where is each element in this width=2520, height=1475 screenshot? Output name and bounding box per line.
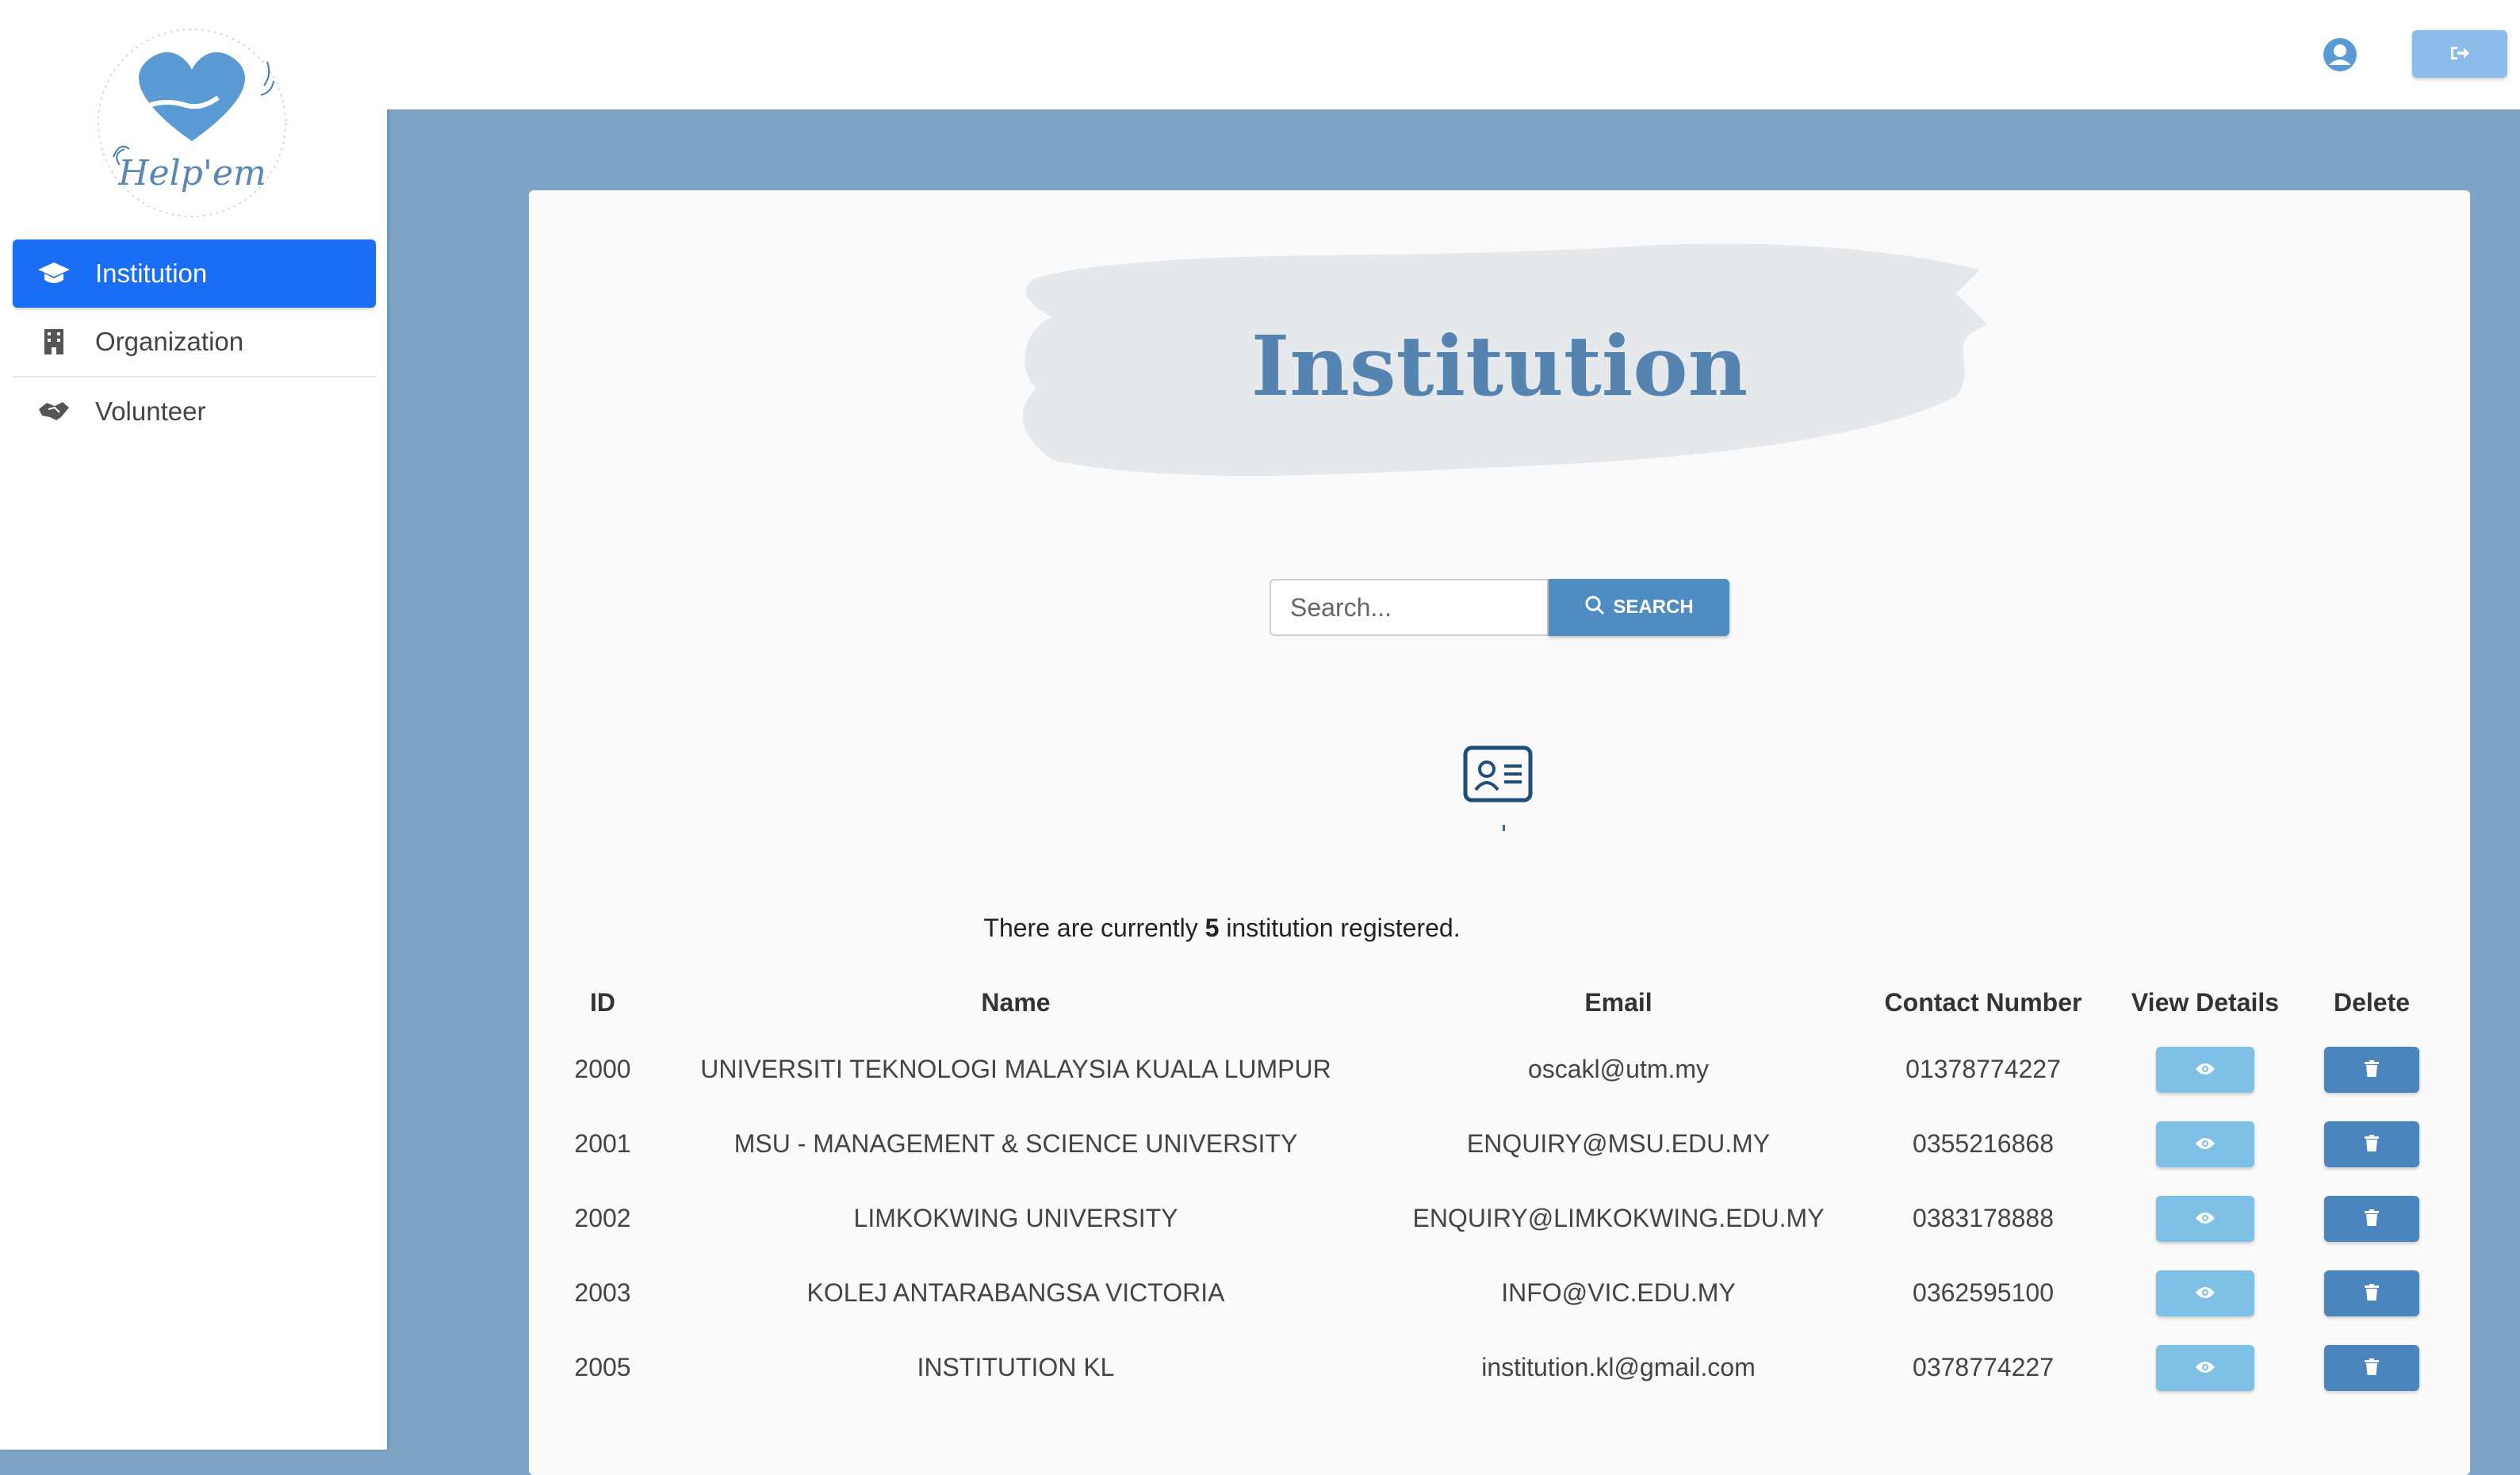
cell-email: ENQUIRY@MSU.EDU.MY — [1466, 1129, 1771, 1158]
column-header-view-details: View Details — [2131, 988, 2280, 1017]
delete-button[interactable] — [2324, 1345, 2419, 1391]
sidebar-item-organization[interactable]: Organization — [13, 308, 376, 376]
logout-button[interactable] — [2412, 30, 2507, 78]
cell-email: oscakl@utm.my — [1527, 1055, 1710, 1083]
cell-contact: 0383178888 — [1913, 1204, 2054, 1232]
eye-icon — [2195, 1286, 2216, 1301]
trash-icon — [2364, 1358, 2380, 1378]
search-bar: SEARCH — [1270, 579, 1729, 636]
eye-icon — [2195, 1063, 2216, 1078]
delete-button[interactable] — [2324, 1196, 2419, 1242]
cell-id: 2002 — [574, 1204, 631, 1232]
search-button[interactable]: SEARCH — [1549, 579, 1729, 636]
search-input[interactable] — [1270, 579, 1549, 636]
view-details-button[interactable] — [2156, 1345, 2254, 1391]
eye-icon — [2195, 1361, 2216, 1376]
logo-heart-icon — [98, 29, 286, 217]
cell-email: ENQUIRY@LIMKOKWING.EDU.MY — [1412, 1204, 1825, 1232]
view-details-button[interactable] — [2156, 1121, 2254, 1167]
eye-icon — [2195, 1212, 2216, 1227]
cell-email: INFO@VIC.EDU.MY — [1501, 1278, 1736, 1307]
main-card: Institution SEARCH There are currently 5… — [529, 190, 2470, 1475]
handshake-icon — [36, 396, 71, 427]
cell-contact: 0378774227 — [1913, 1353, 2054, 1381]
view-details-button[interactable] — [2156, 1196, 2254, 1242]
graduation-cap-icon — [36, 258, 71, 289]
cell-contact: 0355216868 — [1913, 1129, 2054, 1158]
view-details-button[interactable] — [2156, 1270, 2254, 1316]
search-button-label: SEARCH — [1613, 596, 1694, 618]
view-details-button[interactable] — [2156, 1047, 2254, 1093]
cell-id: 2000 — [574, 1055, 631, 1083]
sidebar-nav: Institution Organization Volunteer — [13, 239, 376, 446]
delete-button[interactable] — [2324, 1047, 2419, 1093]
eye-icon — [2195, 1137, 2216, 1152]
sidebar-item-label: Volunteer — [95, 397, 206, 426]
cell-contact: 01378774227 — [1905, 1055, 2061, 1083]
top-bar — [387, 0, 2520, 109]
institution-count: 5 — [1204, 914, 1220, 942]
cell-name: UNIVERSITI TEKNOLOGI MALAYSIA KUALA LUMP… — [700, 1055, 1331, 1083]
user-circle-icon[interactable] — [2322, 36, 2358, 73]
search-icon — [1584, 595, 1605, 621]
trash-icon — [2364, 1059, 2380, 1080]
cell-name: KOLEJ ANTARABANGSA VICTORIA — [806, 1278, 1225, 1307]
trash-icon — [2364, 1283, 2380, 1304]
cell-id: 2003 — [574, 1278, 631, 1307]
sidebar: Help'em Institution Organization Volunte… — [0, 0, 387, 1450]
trash-icon — [2364, 1134, 2380, 1155]
id-card-icon — [1463, 745, 1533, 803]
institution-count-text: There are currently 5 institution regist… — [983, 914, 1461, 942]
column-header-email: Email — [1584, 988, 1653, 1017]
delete-button[interactable] — [2324, 1270, 2419, 1316]
sign-out-icon — [2449, 44, 2470, 64]
cell-name: MSU - MANAGEMENT & SCIENCE UNIVERSITY — [733, 1129, 1298, 1158]
cell-id: 2005 — [574, 1353, 631, 1381]
cell-contact: 0362595100 — [1913, 1278, 2054, 1307]
sidebar-item-label: Institution — [95, 259, 208, 288]
column-header-delete: Delete — [2333, 988, 2411, 1017]
sidebar-item-volunteer[interactable]: Volunteer — [13, 377, 376, 446]
page-title: Institution — [1250, 317, 1748, 415]
logo-wordmark: Help'em — [118, 153, 266, 193]
delete-button[interactable] — [2324, 1121, 2419, 1167]
loading-indicator — [1503, 825, 1505, 831]
helpem-logo[interactable]: Help'em — [91, 22, 293, 224]
column-header-contact: Contact Number — [1884, 988, 2082, 1017]
cell-id: 2001 — [574, 1129, 631, 1158]
trash-icon — [2364, 1209, 2380, 1229]
cell-name: LIMKOKWING UNIVERSITY — [853, 1204, 1178, 1232]
sidebar-item-label: Organization — [95, 327, 244, 356]
building-icon — [36, 326, 71, 358]
column-header-name: Name — [981, 988, 1051, 1017]
cell-name: INSTITUTION KL — [917, 1353, 1115, 1381]
sidebar-item-institution[interactable]: Institution — [13, 239, 376, 308]
column-header-id: ID — [590, 988, 615, 1017]
cell-email: institution.kl@gmail.com — [1481, 1353, 1756, 1381]
